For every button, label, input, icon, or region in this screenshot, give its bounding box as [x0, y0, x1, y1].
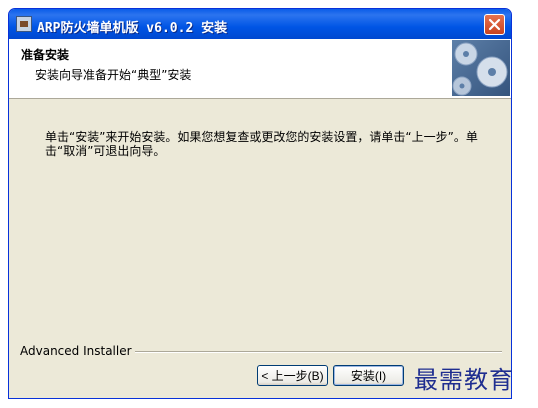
title-bar[interactable]: ARP防火墙单机版 v6.0.2 安装 [9, 9, 511, 39]
close-button[interactable] [484, 14, 505, 35]
footer-divider [113, 351, 502, 353]
installer-app-icon [16, 16, 32, 32]
close-icon [488, 18, 501, 31]
watermark-text: 最需教育 [414, 366, 514, 394]
brand-label: Advanced Installer [20, 344, 135, 358]
install-button[interactable]: 安装(I) [333, 365, 404, 386]
wizard-header: 准备安装 安装向导准备开始“典型”安装 [9, 39, 511, 99]
install-description: 单击“安装”来开始安装。如果您想复查或更改您的安装设置，请单击“上一步”。单击“… [45, 130, 478, 158]
installer-window: ARP防火墙单机版 v6.0.2 安装 准备安装 安装向导准备开始“典型”安装 … [8, 8, 512, 399]
page-title: 准备安装 [21, 48, 70, 62]
window-title: ARP防火墙单机版 v6.0.2 安装 [37, 21, 228, 36]
back-button[interactable]: < 上一步(B) [257, 365, 328, 386]
disc-graphic-icon [452, 40, 510, 96]
page-subtitle: 安装向导准备开始“典型”安装 [35, 68, 192, 82]
